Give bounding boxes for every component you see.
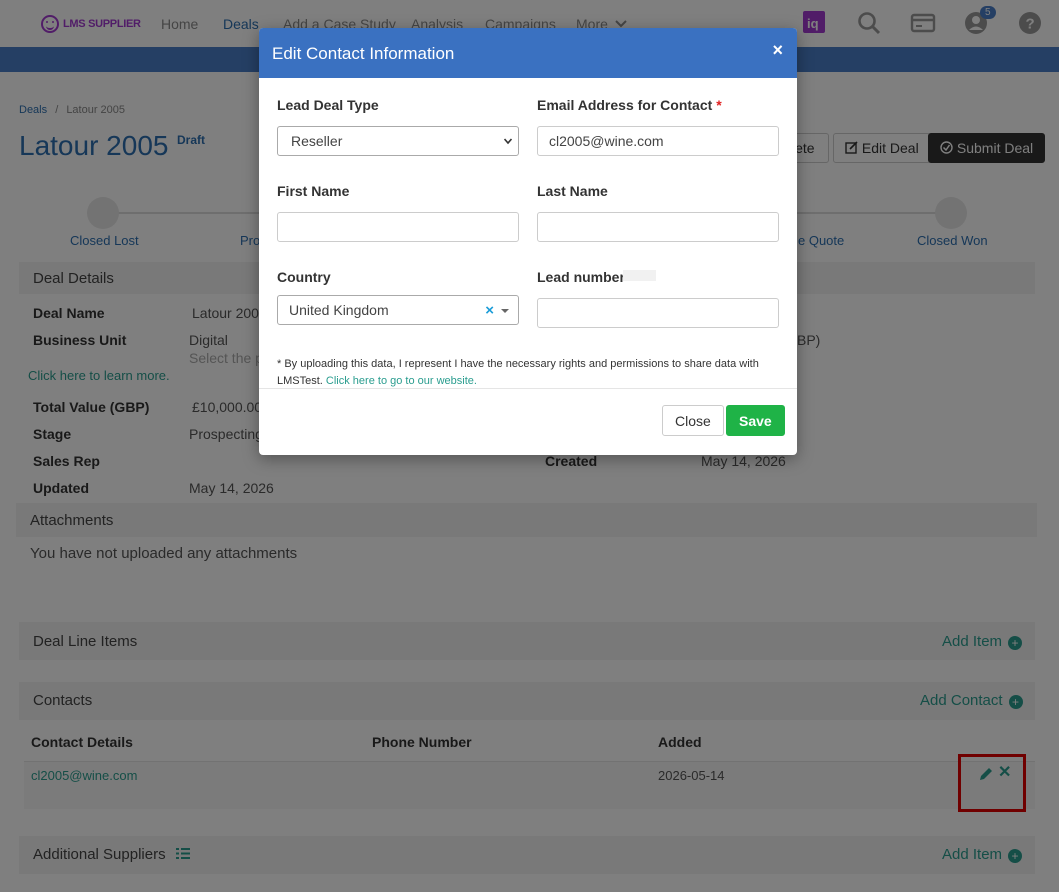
required-asterisk: *: [716, 97, 722, 113]
country-value: United Kingdom: [289, 302, 389, 318]
clear-x-icon[interactable]: ×: [485, 302, 494, 319]
lead-deal-type-value: Reseller: [291, 133, 343, 149]
email-label: Email Address for Contact *: [537, 97, 722, 113]
close-icon[interactable]: ×: [772, 40, 783, 61]
country-label: Country: [277, 269, 331, 285]
close-button[interactable]: Close: [662, 405, 724, 436]
first-name-field[interactable]: [277, 212, 519, 242]
first-name-label: First Name: [277, 183, 350, 199]
website-link[interactable]: Click here to go to our website.: [326, 375, 477, 387]
lead-deal-type-label: Lead Deal Type: [277, 97, 379, 113]
modal-title: Edit Contact Information: [272, 44, 455, 63]
email-label-text: Email Address for Contact: [537, 97, 713, 113]
modal-footer-divider: [259, 388, 797, 389]
edit-contact-modal: Edit Contact Information × Lead Deal Typ…: [259, 28, 797, 455]
lead-number-label: Lead number: [537, 269, 625, 285]
data-permission-disclaimer: * By uploading this data, I represent I …: [277, 356, 782, 390]
caret-down-icon: [501, 309, 509, 313]
modal-header: Edit Contact Information ×: [259, 28, 797, 78]
lead-number-hint-pill: [623, 270, 656, 281]
chevron-down-icon: [504, 138, 512, 145]
save-button[interactable]: Save: [726, 405, 785, 436]
last-name-label: Last Name: [537, 183, 608, 199]
last-name-field[interactable]: [537, 212, 779, 242]
country-select[interactable]: United Kingdom ×: [277, 295, 519, 325]
lead-number-field[interactable]: [537, 298, 779, 328]
lead-deal-type-select[interactable]: Reseller: [277, 126, 519, 156]
email-field[interactable]: [537, 126, 779, 156]
